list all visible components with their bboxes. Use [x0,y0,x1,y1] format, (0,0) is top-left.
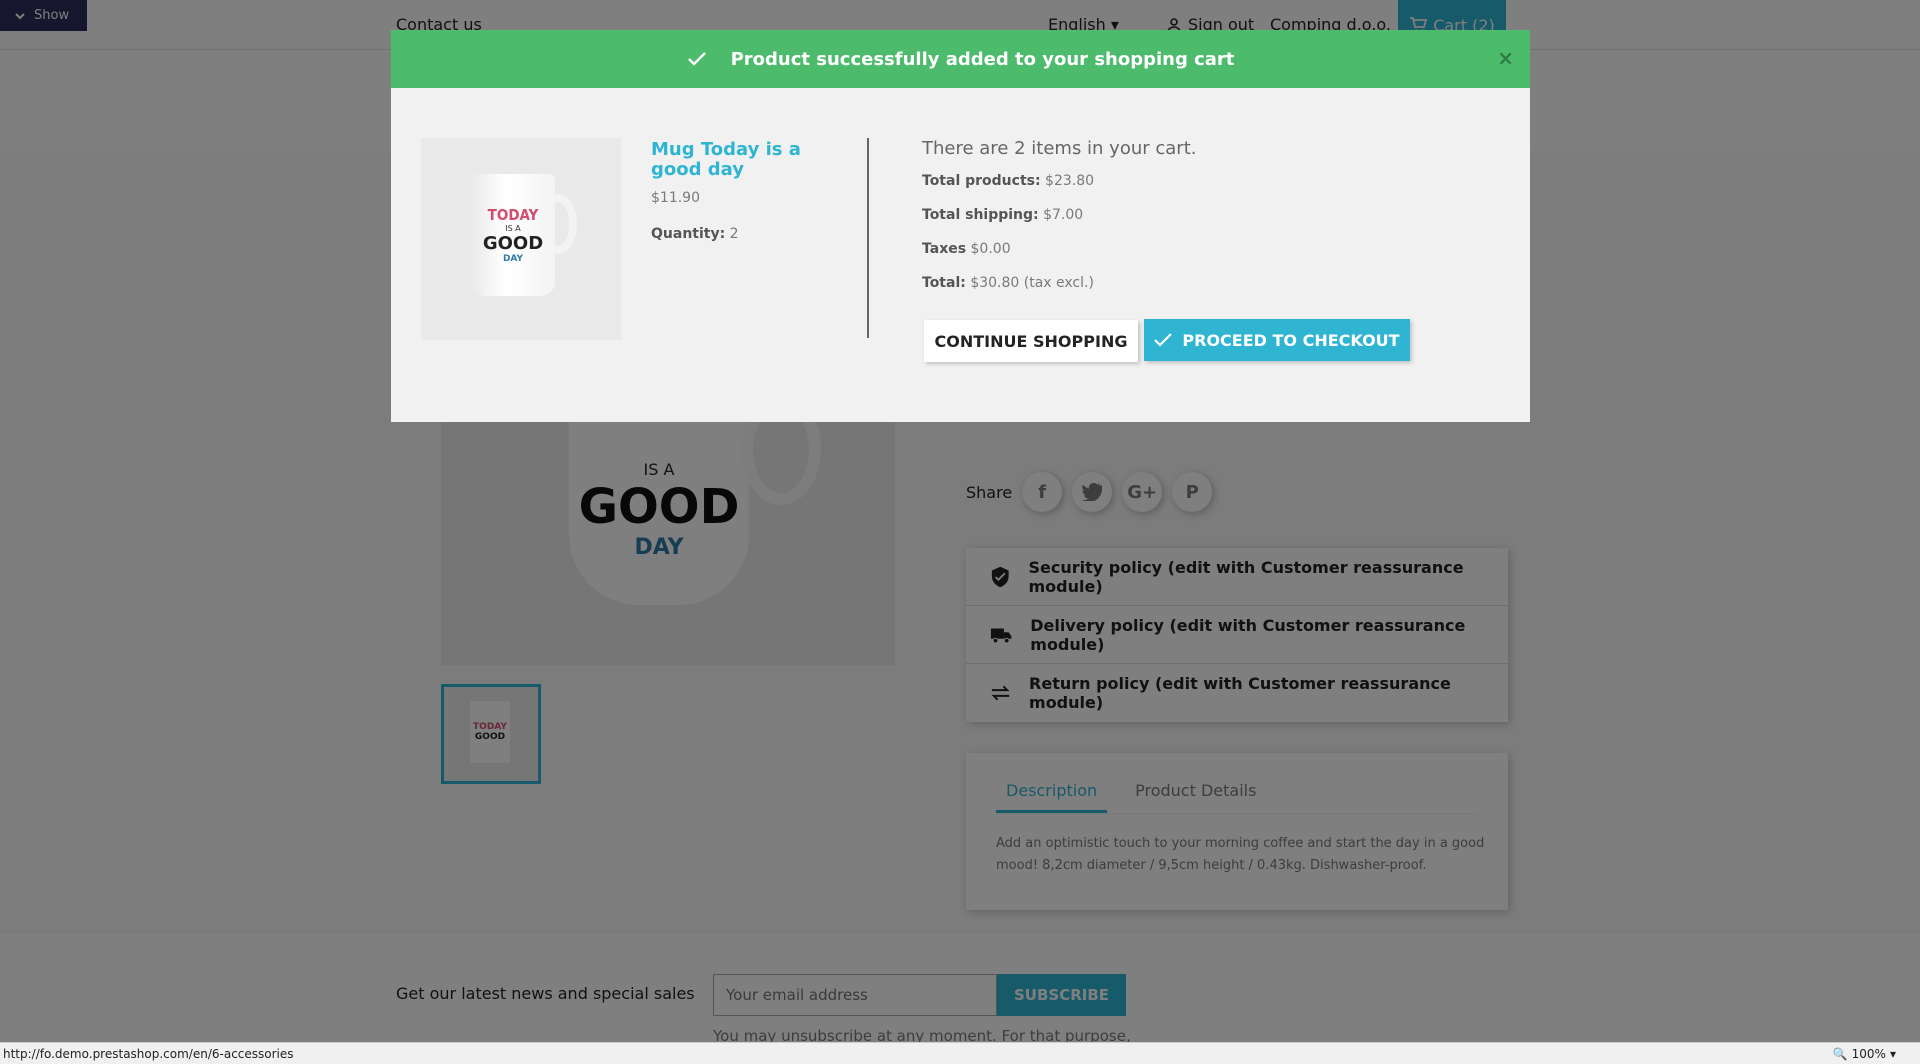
cart-summary: There are 2 items in your cart. Total pr… [922,138,1196,309]
modal-product-quantity: Quantity: 2 [651,226,739,242]
modal-header: Product successfully added to your shopp… [391,30,1530,88]
quantity-label: Quantity: [651,226,726,242]
magnifier-icon: 🔍 [1832,1047,1848,1061]
check-icon [687,52,706,66]
total-label: Total: [922,275,966,291]
continue-shopping-button[interactable]: CONTINUE SHOPPING [924,320,1138,362]
modal-product-image: TODAY IS A GOOD DAY [421,138,621,340]
mug-text-line3: GOOD [482,233,544,254]
modal-title: Product successfully added to your shopp… [730,48,1235,70]
total-shipping-line: Total shipping: $7.00 [922,207,1196,223]
total-shipping-label: Total shipping: [922,207,1039,223]
mug-text-line2: IS A [505,224,521,233]
taxes-line: Taxes $0.00 [922,241,1196,257]
cart-item-count: There are 2 items in your cart. [922,138,1197,159]
caret-down-icon: ▾ [1889,1047,1896,1061]
checkout-label: PROCEED TO CHECKOUT [1182,330,1400,350]
total-products-line: Total products: $23.80 [922,173,1196,189]
taxes-value: $0.00 [970,241,1011,257]
modal-product-name: Mug Today is a good day [651,139,801,180]
mug-illustration: TODAY IS A GOOD DAY [471,174,577,304]
total-shipping-value: $7.00 [1043,207,1084,223]
total-value: $30.80 (tax excl.) [970,275,1094,291]
modal-product-price: $11.90 [651,190,700,206]
quantity-value: 2 [729,226,739,242]
taxes-label: Taxes [922,241,967,257]
status-url: http://fo.demo.prestashop.com/en/6-acces… [3,1047,294,1061]
total-products-label: Total products: [922,173,1041,189]
zoom-control[interactable]: 🔍 100% ▾ [1833,1047,1896,1061]
mug-text-line4: DAY [502,254,524,264]
total-line: Total: $30.80 (tax excl.) [922,275,1196,291]
mug-body: TODAY IS A GOOD DAY [471,174,555,296]
add-to-cart-modal: Product successfully added to your shopp… [391,30,1530,422]
browser-status-bar: http://fo.demo.prestashop.com/en/6-acces… [0,1042,1920,1064]
total-products-value: $23.80 [1045,173,1095,189]
close-icon[interactable]: × [1497,46,1514,70]
proceed-to-checkout-button[interactable]: PROCEED TO CHECKOUT [1144,319,1410,361]
zoom-level: 100% [1851,1047,1886,1061]
check-icon [1154,333,1173,347]
mug-text-line1: TODAY [487,206,539,224]
modal-divider [867,138,869,338]
